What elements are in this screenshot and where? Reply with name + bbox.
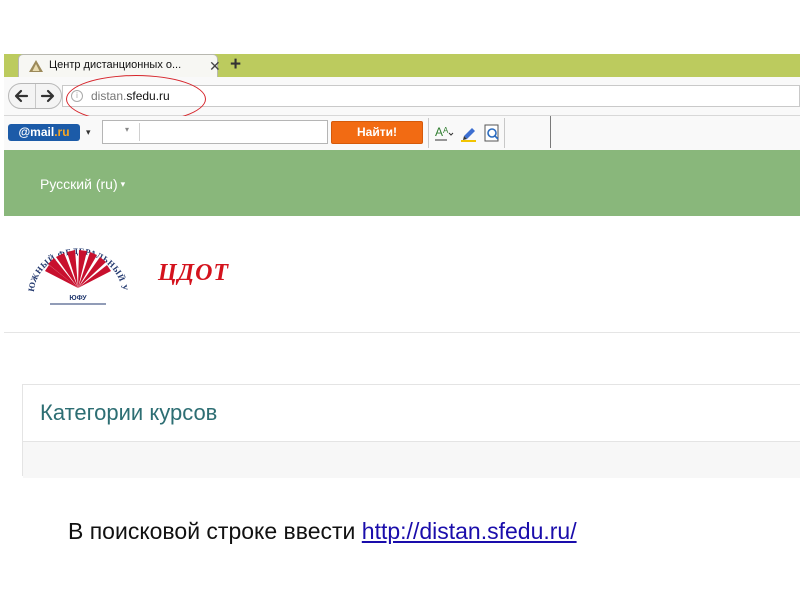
forward-arrow-icon: [40, 89, 55, 103]
course-categories-block: Категории курсов: [22, 384, 800, 478]
site-link[interactable]: http://distan.sfedu.ru/: [362, 518, 577, 544]
address-bar[interactable]: i distan.sfedu.ru: [62, 85, 800, 107]
university-logo[interactable]: ЮЖНЫЙ ФЕДЕРАЛЬНЫЙ УНИВЕРСИТЕТ ЮФУ: [22, 242, 134, 314]
mailru-menu-dropdown[interactable]: ▾: [86, 122, 91, 142]
new-tab-button[interactable]: +: [230, 54, 241, 76]
back-arrow-icon: [14, 89, 29, 103]
mailru-logo-text: @mail: [18, 125, 55, 139]
toolbar-divider: [550, 116, 551, 148]
search-engine-dropdown[interactable]: ▾: [125, 125, 129, 134]
site-header: Русский (ru) ▾: [4, 150, 800, 216]
course-categories-body: [23, 441, 800, 478]
toolbar-divider: [428, 118, 429, 148]
url-prefix: distan.: [91, 89, 127, 103]
language-menu[interactable]: Русский (ru) ▾: [40, 176, 125, 192]
info-icon[interactable]: i: [71, 90, 83, 102]
instruction-text: В поисковой строке ввести: [68, 518, 362, 544]
language-menu-label: Русский (ru): [40, 176, 118, 192]
browser-tab[interactable]: Центр дистанционных о... ✕: [18, 54, 221, 77]
mailru-search-input[interactable]: ▾: [102, 120, 328, 144]
svg-text:A: A: [435, 125, 443, 139]
page-zoom-icon[interactable]: [482, 123, 502, 143]
university-logo-abbr: ЮФУ: [69, 295, 87, 302]
highlighter-icon[interactable]: [459, 123, 479, 143]
url-domain: sfedu.ru: [126, 89, 170, 103]
search-input-divider: [139, 123, 140, 141]
forward-button[interactable]: [35, 84, 61, 108]
page-zoom-glyph-icon: [484, 124, 499, 142]
mailru-logo-suffix: .ru: [54, 125, 70, 139]
svg-text:A: A: [443, 126, 449, 135]
find-button[interactable]: Найти!: [331, 121, 423, 144]
navigation-bar: i distan.sfedu.ru: [4, 77, 800, 116]
caret-down-icon: ▾: [120, 179, 126, 189]
favicon-triangle-icon: [29, 60, 43, 72]
instruction-caption: В поисковой строке ввести http://distan.…: [68, 518, 577, 545]
back-button[interactable]: [9, 84, 36, 108]
mailru-toolbar: @mail.ru ▾ ▾ Найти! A A: [4, 116, 800, 150]
nav-buttons: [8, 83, 62, 109]
font-size-icon[interactable]: A A: [434, 123, 454, 143]
logo-area: ЮЖНЫЙ ФЕДЕРАЛЬНЫЙ УНИВЕРСИТЕТ ЮФУ ЦДОТ: [4, 216, 800, 333]
cdot-logo[interactable]: ЦДОТ: [158, 260, 229, 287]
mailru-logo[interactable]: @mail.ru: [8, 124, 80, 141]
course-categories-title: Категории курсов: [40, 400, 218, 425]
url-text[interactable]: distan.sfedu.ru: [91, 89, 170, 103]
toolbar-divider: [504, 118, 505, 148]
font-size-glyph-icon: A A: [435, 125, 454, 141]
tab-title: Центр дистанционных о...: [49, 59, 182, 71]
tab-close-button[interactable]: ✕: [209, 57, 221, 75]
highlighter-glyph-icon: [461, 128, 476, 142]
tab-strip: Центр дистанционных о... ✕ +: [4, 54, 800, 77]
